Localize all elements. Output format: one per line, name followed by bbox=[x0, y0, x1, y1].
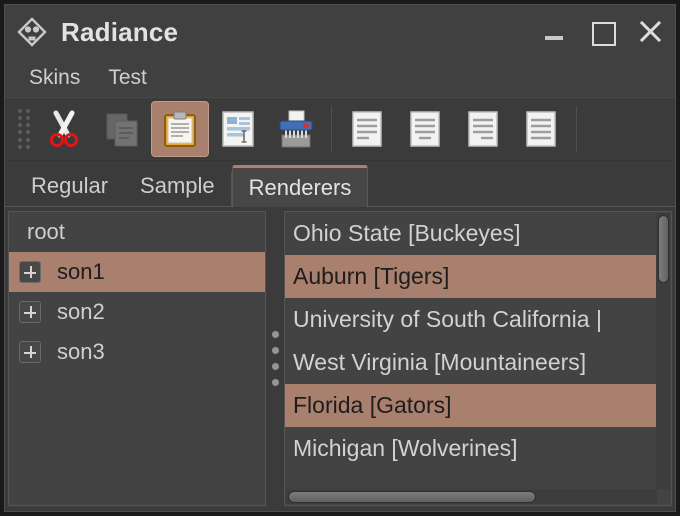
copy-icon bbox=[106, 113, 138, 147]
tree-panel: root son1 son2 son3 bbox=[8, 211, 266, 506]
align-left-icon bbox=[352, 111, 382, 147]
list-item[interactable]: Michigan [Wolverines] bbox=[285, 427, 657, 470]
list-item[interactable]: Auburn [Tigers] bbox=[285, 255, 657, 298]
window-controls bbox=[541, 5, 663, 59]
align-justify-icon bbox=[526, 111, 556, 147]
window-title: Radiance bbox=[61, 16, 179, 47]
toolbar-button-cut[interactable] bbox=[35, 101, 93, 157]
toolbar-button-align-left[interactable] bbox=[338, 101, 396, 157]
menu-item-skins[interactable]: Skins bbox=[19, 64, 90, 92]
paste-clipboard-icon bbox=[164, 111, 196, 147]
vertical-scrollbar-thumb[interactable] bbox=[658, 215, 669, 283]
align-center-icon bbox=[410, 111, 440, 147]
tab-sample[interactable]: Sample bbox=[124, 166, 231, 206]
drag-grip-icon[interactable] bbox=[13, 105, 35, 153]
list-viewport: Ohio State [Buckeyes] Auburn [Tigers] Un… bbox=[285, 212, 657, 489]
list-item[interactable]: University of South California | bbox=[285, 298, 657, 341]
toolbar-separator bbox=[331, 106, 332, 152]
pane-splitter[interactable] bbox=[266, 211, 284, 506]
toolbar bbox=[5, 97, 675, 161]
list-item-label: Florida [Gators] bbox=[293, 392, 452, 418]
maximize-icon[interactable] bbox=[589, 19, 616, 46]
toolbar-button-paste-special[interactable] bbox=[209, 101, 267, 157]
toolbar-button-align-center[interactable] bbox=[396, 101, 454, 157]
tree-node-son3[interactable]: son3 bbox=[9, 332, 265, 372]
toolbar-button-shred[interactable] bbox=[267, 101, 325, 157]
tree-node-son2[interactable]: son2 bbox=[9, 292, 265, 332]
tab-strip: Regular Sample Renderers bbox=[5, 161, 675, 207]
diamond-logo-icon bbox=[17, 17, 47, 47]
app-window: Radiance Skins Test Regular Sample Rende… bbox=[4, 4, 676, 512]
list-item-label: West Virginia [Mountaineers] bbox=[293, 349, 587, 375]
list-item[interactable]: Ohio State [Buckeyes] bbox=[285, 212, 657, 255]
list-item-label: Auburn [Tigers] bbox=[293, 263, 450, 289]
menu-item-test[interactable]: Test bbox=[98, 64, 157, 92]
toolbar-button-align-right[interactable] bbox=[454, 101, 512, 157]
horizontal-scrollbar[interactable] bbox=[286, 489, 657, 504]
tab-regular[interactable]: Regular bbox=[15, 166, 124, 206]
expand-plus-icon[interactable] bbox=[19, 301, 41, 323]
toolbar-button-copy[interactable] bbox=[93, 101, 151, 157]
tree-node-label: son1 bbox=[57, 259, 105, 284]
expand-plus-icon[interactable] bbox=[19, 261, 41, 283]
paste-special-icon bbox=[222, 111, 254, 147]
expand-plus-icon[interactable] bbox=[19, 341, 41, 363]
tree-node-label: son3 bbox=[57, 339, 105, 364]
list-item-label: University of South California | bbox=[293, 306, 602, 332]
cut-scissors-icon bbox=[49, 110, 79, 148]
align-right-icon bbox=[468, 111, 498, 147]
tab-renderers[interactable]: Renderers bbox=[231, 165, 369, 207]
tree-node-root[interactable]: root bbox=[9, 212, 265, 252]
content-area: root son1 son2 son3 Ohio State [Buckeyes… bbox=[5, 207, 675, 511]
list-item[interactable]: West Virginia [Mountaineers] bbox=[285, 341, 657, 384]
toolbar-separator-end bbox=[576, 106, 577, 152]
list-item-label: Ohio State [Buckeyes] bbox=[293, 220, 521, 246]
tree-node-label: son2 bbox=[57, 299, 105, 324]
title-bar: Radiance bbox=[5, 5, 675, 59]
shredder-icon bbox=[279, 110, 313, 148]
vertical-scrollbar[interactable] bbox=[656, 213, 670, 489]
toolbar-button-align-justify[interactable] bbox=[512, 101, 570, 157]
list-panel: Ohio State [Buckeyes] Auburn [Tigers] Un… bbox=[284, 211, 672, 506]
minimize-icon[interactable] bbox=[541, 19, 567, 45]
horizontal-scrollbar-thumb[interactable] bbox=[288, 491, 536, 503]
list-item[interactable]: Florida [Gators] bbox=[285, 384, 657, 427]
tree-node-son1[interactable]: son1 bbox=[9, 252, 265, 292]
list-item-label: Michigan [Wolverines] bbox=[293, 435, 518, 461]
tree-node-label: root bbox=[27, 219, 65, 244]
toolbar-button-paste[interactable] bbox=[151, 101, 209, 157]
close-icon[interactable] bbox=[637, 19, 663, 45]
menu-bar: Skins Test bbox=[5, 59, 675, 97]
